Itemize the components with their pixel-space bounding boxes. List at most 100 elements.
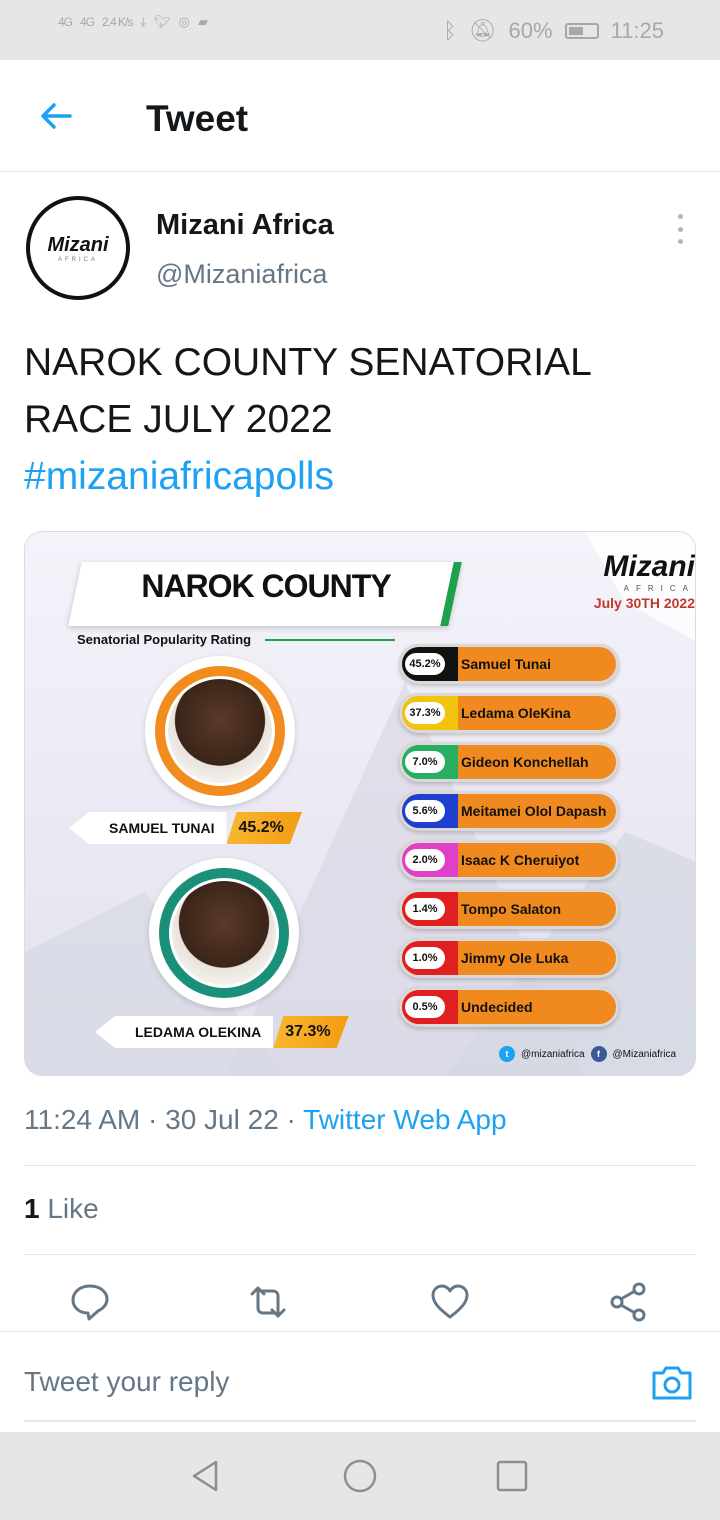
candidate-pct: 5.6% [405,800,445,822]
more-options-button[interactable] [666,214,694,244]
portrait [172,881,276,985]
tweet-source-link[interactable]: Twitter Web App [303,1104,506,1135]
avatar[interactable]: Mizani AFRICA [26,196,130,300]
tweet-meta: 11:24 AM · 30 Jul 22 · Twitter Web App [24,1104,507,1136]
candidate-name: Undecided [461,999,533,1015]
signal-icon: 4G [58,15,73,29]
candidate-pct: 1.4% [405,898,445,920]
reply-underline [24,1420,696,1422]
reply-button[interactable] [68,1280,112,1324]
share-button[interactable] [606,1280,650,1324]
candidate-name: Samuel Tunai [461,656,551,672]
brand-logo: Mizani AFRICA July 30TH 2022 [555,550,695,611]
hashtag-link[interactable]: #mizaniafricapolls [24,448,694,505]
candidate-name: Jimmy Ole Luka [461,950,569,966]
page-title: Tweet [146,98,249,139]
leader-pct: 45.2% [227,812,302,844]
more-dot [677,226,683,232]
candidate-bar: 1.4% Tompo Salaton [399,889,619,929]
comment-icon [71,1284,109,1321]
meta-separator: · [148,1104,166,1135]
whatsapp-icon: ◎ [178,14,190,29]
leader-pct: 37.3% [273,1016,348,1048]
circle-home-icon [343,1459,377,1493]
candidate-bar: 5.6% Meitamei Olol Dapash [399,791,619,831]
camera-icon [652,1366,692,1400]
nav-back-button[interactable] [188,1458,224,1494]
candidate-photo [149,858,299,1008]
candidate-pct: 37.3% [405,702,445,724]
candidate-bar: 0.5% Undecided [399,987,619,1027]
candidate-name: Meitamei Olol Dapash [461,803,607,819]
avatar-logo-sub: AFRICA [57,256,98,263]
social-handles: t @mizaniafrica f @Mizaniafrica [499,1046,676,1062]
more-dot [677,239,683,244]
system-nav-bar [0,1432,720,1520]
author-handle[interactable]: @Mizaniafrica [156,259,327,290]
nav-home-button[interactable] [342,1458,378,1494]
nav-recents-button[interactable] [494,1458,530,1494]
brand-sub: AFRICA [623,584,695,593]
leader-label: SAMUEL TUNAI 45.2% [69,812,302,844]
candidate-bar: 2.0% Isaac K Cheruiyot [399,840,619,880]
share-icon [610,1282,646,1322]
battery-level: 60% [508,18,553,43]
photo-ring [159,868,289,998]
likes-label: Like [47,1193,99,1224]
tweet-body: NAROK COUNTY SENATORIAL RACE JULY 2022 [24,341,591,441]
poll-subtitle: Senatorial Popularity Rating [77,632,252,647]
twitter-icon: 🐦︎ [154,14,171,29]
leader-label: LEDAMA OLEKINA 37.3% [95,1016,349,1048]
tweet-actions [0,1274,720,1332]
candidate-bar: 7.0% Gideon Konchellah [399,742,619,782]
photo-ring [155,666,285,796]
arrow-left-icon [41,103,72,129]
square-recents-icon [496,1460,528,1492]
status-bar: 4G 4G 2.4 K/s ⤓ 🐦︎ ◎ ▰ ᛒ 🔕︎ 60% 11:25 [0,0,720,60]
candidate-bar: 37.3% Ledama OleKina [399,693,619,733]
avatar-logo: Mizani [47,233,109,256]
candidate-bar: 45.2% Samuel Tunai [399,644,619,684]
facebook-handle: @Mizaniafrica [612,1048,677,1060]
candidate-pct: 7.0% [405,751,445,773]
divider [24,1254,696,1255]
candidate-name: Tompo Salaton [461,901,562,917]
leader-name: LEDAMA OLEKINA [95,1016,274,1048]
likes-number: 1 [24,1193,40,1224]
more-dot [677,214,683,219]
app-header: Tweet [0,60,720,172]
facebook-icon: f [590,1046,607,1062]
tweet-image[interactable]: NAROK COUNTY Senatorial Popularity Ratin… [24,531,696,1076]
candidate-pct: 45.2% [405,653,445,675]
tweet-date: 30 Jul 22 [165,1104,279,1135]
candidate-bar: 1.0% Jimmy Ole Luka [399,938,619,978]
heart-icon [431,1284,469,1319]
reply-input[interactable]: Tweet your reply [24,1366,229,1398]
candidate-pct: 2.0% [405,849,445,871]
likes-count[interactable]: 1 Like [24,1193,99,1225]
message-icon: ▰ [198,14,208,29]
author-name[interactable]: Mizani Africa [156,209,334,242]
portrait [168,679,272,783]
candidate-name: Ledama OleKina [461,705,571,721]
camera-button[interactable] [650,1360,694,1404]
candidate-pct: 0.5% [405,996,445,1018]
mute-icon: 🔕︎ [468,18,497,43]
status-icons-left: 4G 4G 2.4 K/s ⤓ 🐦︎ ◎ ▰ [58,14,208,30]
reply-bar: Tweet your reply [0,1331,720,1431]
triangle-back-icon [192,1460,218,1492]
candidate-name: Gideon Konchellah [461,754,589,770]
twitter-handle: @mizaniafrica [521,1048,585,1060]
bluetooth-icon: ᛒ [443,18,457,43]
tweet-time: 11:24 AM [24,1104,141,1135]
poll-date: July 30TH 2022 [593,595,695,611]
subtitle-rule [265,639,395,641]
candidate-name: Isaac K Cheruiyot [461,852,580,868]
network-speed: 2.4 K/s [102,15,133,29]
poll-title: NAROK COUNTY [141,568,391,604]
retweet-button[interactable] [246,1280,290,1324]
like-button[interactable] [428,1280,472,1324]
back-button[interactable] [36,96,76,136]
signal-icon: 4G [80,15,95,29]
divider [24,1165,696,1166]
